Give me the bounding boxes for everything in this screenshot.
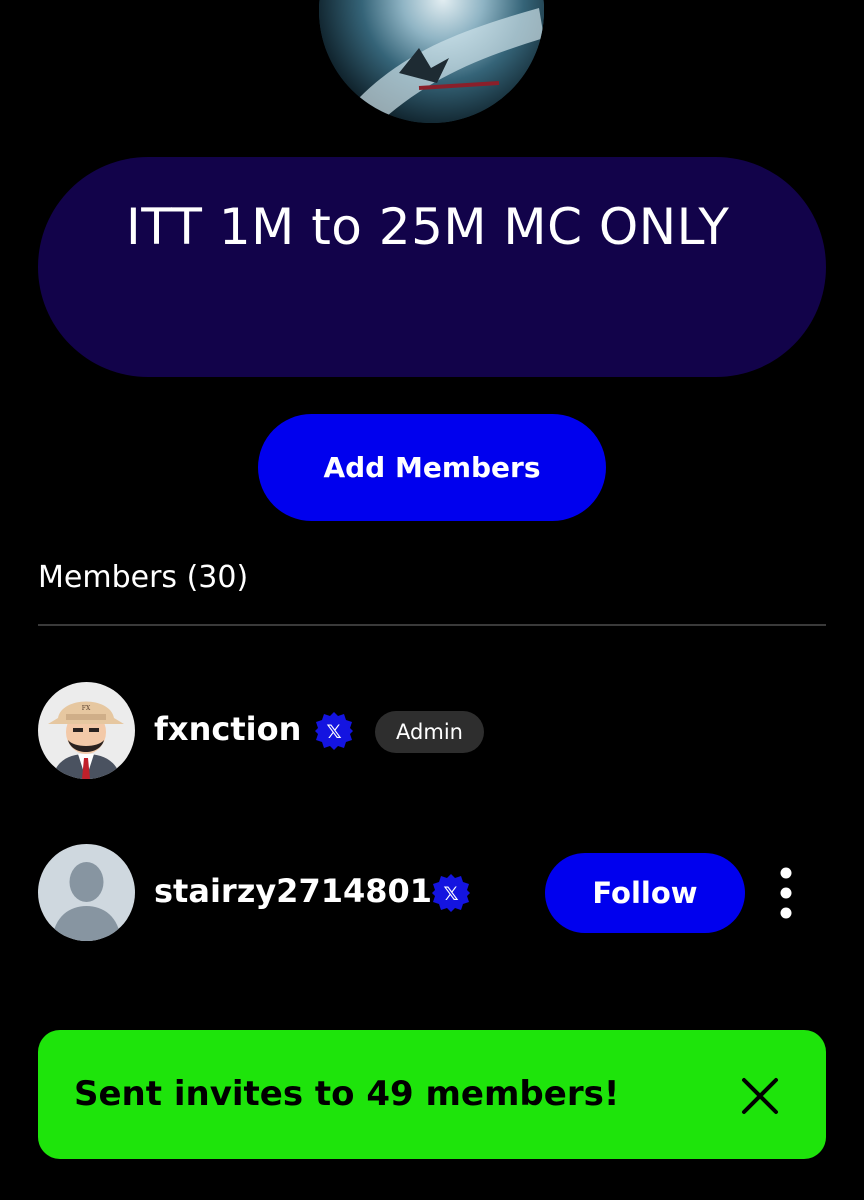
member-row[interactable]: stairzy2714801 𝕏 Follow (38, 844, 826, 942)
svg-text:FX: FX (82, 705, 91, 712)
svg-text:𝕏: 𝕏 (443, 883, 458, 905)
member-username[interactable]: fxnction (154, 710, 301, 748)
member-row[interactable]: FX fxnction 𝕏 Admin (38, 682, 826, 780)
svg-text:𝕏: 𝕏 (326, 721, 341, 743)
success-toast: Sent invites to 49 members! (38, 1030, 826, 1159)
add-members-button[interactable]: Add Members (258, 414, 606, 521)
default-user-avatar-icon (38, 844, 135, 941)
group-avatar-image (319, 0, 544, 123)
avatar[interactable]: FX (38, 682, 135, 779)
x-logo-badge-icon: 𝕏 (314, 711, 354, 751)
avatar[interactable] (38, 844, 135, 941)
admin-role-badge: Admin (375, 711, 484, 753)
group-name-banner: ITT 1M to 25M MC ONLY (38, 157, 826, 377)
group-avatar[interactable] (319, 0, 544, 123)
toast-message: Sent invites to 49 members! (74, 1074, 620, 1114)
cartoon-avatar-icon: FX (38, 682, 135, 779)
more-vertical-icon[interactable] (768, 864, 804, 922)
follow-button[interactable]: Follow (545, 853, 745, 933)
members-heading: Members (30) (38, 560, 249, 595)
member-username[interactable]: stairzy2714801 (154, 872, 432, 910)
members-divider (38, 624, 826, 626)
close-icon[interactable] (738, 1074, 782, 1118)
x-logo-badge-icon: 𝕏 (431, 873, 471, 913)
group-name: ITT 1M to 25M MC ONLY (126, 198, 730, 256)
